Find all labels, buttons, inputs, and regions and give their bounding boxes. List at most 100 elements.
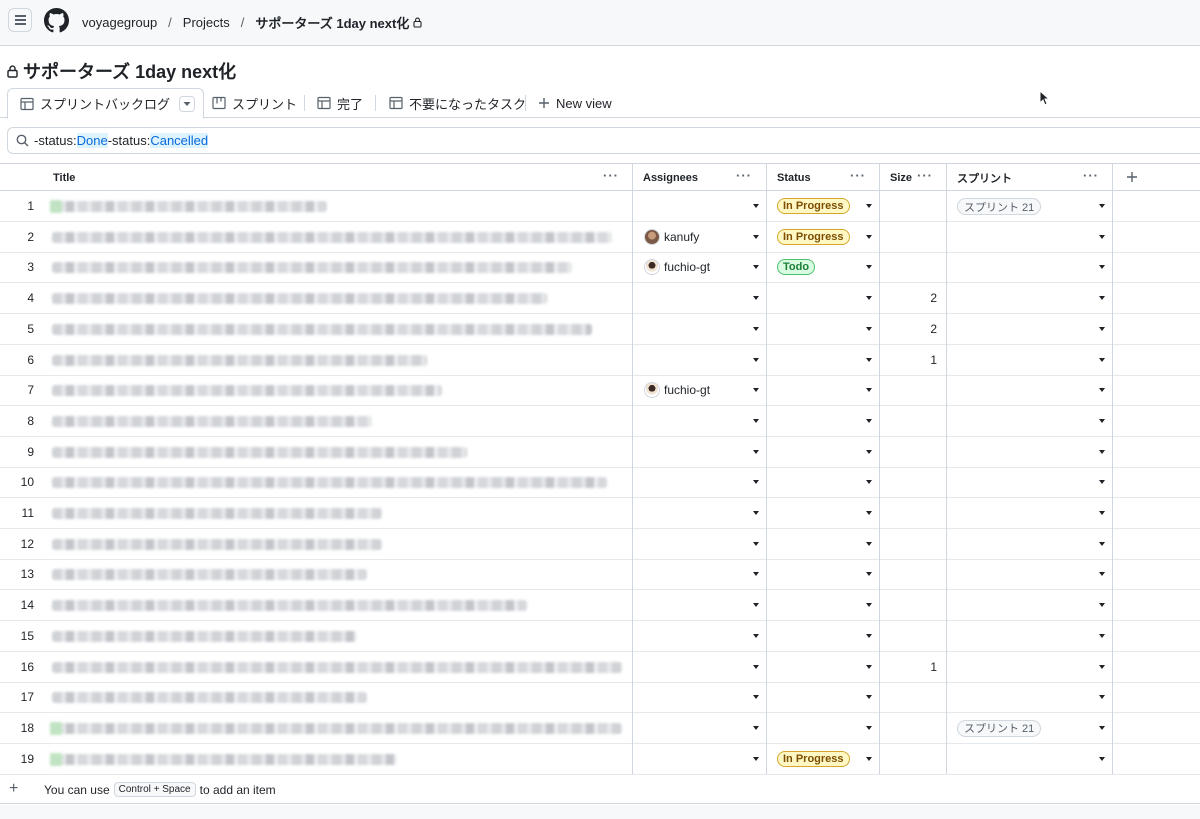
- dropdown-caret-icon[interactable]: [753, 541, 759, 546]
- dropdown-caret-icon[interactable]: [753, 326, 759, 331]
- dropdown-caret-icon[interactable]: [866, 511, 872, 515]
- dropdown-caret-icon[interactable]: [866, 265, 872, 270]
- table-row[interactable]: 13: [0, 559, 1200, 591]
- size-value[interactable]: 2: [880, 314, 937, 344]
- dropdown-caret-icon[interactable]: [1099, 480, 1105, 485]
- dropdown-caret-icon[interactable]: [753, 234, 759, 239]
- redacted-title[interactable]: [52, 231, 612, 243]
- dropdown-caret-icon[interactable]: [753, 664, 759, 669]
- status-badge[interactable]: In Progress: [777, 198, 850, 214]
- dropdown-caret-icon[interactable]: [1099, 326, 1105, 331]
- dropdown-caret-icon[interactable]: [866, 357, 872, 362]
- tab-sprint-backlog[interactable]: スプリントバックログ: [7, 88, 205, 119]
- table-row[interactable]: 2 kanufy In Progress: [0, 222, 1200, 253]
- redacted-title[interactable]: [52, 385, 442, 397]
- table-row[interactable]: 7 fuchio-gt: [0, 375, 1200, 407]
- assignee[interactable]: fuchio-gt: [644, 382, 710, 399]
- dropdown-caret-icon[interactable]: [866, 725, 872, 730]
- table-row[interactable]: 8: [0, 406, 1200, 437]
- dropdown-caret-icon[interactable]: [753, 388, 759, 393]
- add-field-plus-icon[interactable]: [1126, 171, 1138, 183]
- dropdown-caret-icon[interactable]: [866, 633, 872, 638]
- table-row[interactable]: 19 In Progress: [0, 744, 1200, 775]
- dropdown-caret-icon[interactable]: [753, 756, 759, 761]
- dropdown-caret-icon[interactable]: [1099, 511, 1105, 515]
- column-menu-icon[interactable]: ···: [850, 169, 866, 182]
- dropdown-caret-icon[interactable]: [753, 449, 759, 454]
- status-badge[interactable]: In Progress: [777, 750, 850, 767]
- redacted-title[interactable]: [52, 354, 427, 366]
- dropdown-caret-icon[interactable]: [753, 695, 759, 700]
- dropdown-caret-icon[interactable]: [753, 296, 759, 301]
- sprint-badge[interactable]: スプリント 21: [957, 198, 1042, 215]
- dropdown-caret-icon[interactable]: [866, 388, 872, 393]
- dropdown-caret-icon[interactable]: [753, 572, 759, 577]
- tab-options-dropdown[interactable]: [179, 95, 196, 112]
- dropdown-caret-icon[interactable]: [753, 480, 759, 485]
- dropdown-caret-icon[interactable]: [1099, 449, 1105, 454]
- dropdown-caret-icon[interactable]: [753, 725, 759, 730]
- menu-icon[interactable]: [8, 8, 32, 32]
- dropdown-caret-icon[interactable]: [866, 603, 872, 608]
- dropdown-caret-icon[interactable]: [1099, 265, 1105, 270]
- dropdown-caret-icon[interactable]: [866, 541, 872, 546]
- table-row[interactable]: 16 1: [0, 652, 1200, 683]
- column-header-title[interactable]: Title: [53, 164, 75, 191]
- redacted-title[interactable]: [52, 323, 592, 335]
- dropdown-caret-icon[interactable]: [866, 664, 872, 669]
- dropdown-caret-icon[interactable]: [753, 603, 759, 608]
- dropdown-caret-icon[interactable]: [753, 418, 759, 423]
- tab-unneeded-tasks[interactable]: 不要になったタスク: [389, 88, 526, 118]
- column-menu-icon[interactable]: ···: [736, 169, 752, 182]
- dropdown-caret-icon[interactable]: [866, 204, 872, 208]
- redacted-title[interactable]: [50, 721, 622, 735]
- dropdown-caret-icon[interactable]: [866, 695, 872, 700]
- dropdown-caret-icon[interactable]: [1099, 603, 1105, 608]
- tab-done[interactable]: 完了: [317, 88, 363, 118]
- table-row[interactable]: 3 fuchio-gt Todo: [0, 252, 1200, 284]
- dropdown-caret-icon[interactable]: [866, 449, 872, 454]
- redacted-title[interactable]: [52, 293, 547, 305]
- dropdown-caret-icon[interactable]: [1099, 664, 1105, 669]
- table-row[interactable]: 9: [0, 437, 1200, 468]
- dropdown-caret-icon[interactable]: [1099, 725, 1105, 730]
- dropdown-caret-icon[interactable]: [866, 326, 872, 331]
- table-row[interactable]: 11: [0, 498, 1200, 529]
- column-header-status[interactable]: Status: [777, 164, 811, 191]
- column-menu-icon[interactable]: ···: [917, 169, 933, 182]
- dropdown-caret-icon[interactable]: [866, 756, 872, 761]
- breadcrumb-project[interactable]: サポーターズ 1day next化: [255, 13, 409, 32]
- tab-sprint[interactable]: スプリント: [212, 88, 297, 118]
- github-logo-icon[interactable]: [44, 8, 69, 33]
- table-row[interactable]: 14: [0, 590, 1200, 622]
- table-row[interactable]: 12: [0, 529, 1200, 560]
- redacted-title[interactable]: [52, 538, 382, 550]
- size-value[interactable]: 1: [880, 652, 937, 682]
- dropdown-caret-icon[interactable]: [1099, 357, 1105, 362]
- table-row[interactable]: 15: [0, 621, 1200, 652]
- dropdown-caret-icon[interactable]: [866, 480, 872, 485]
- column-menu-icon[interactable]: ···: [1083, 169, 1099, 182]
- redacted-title[interactable]: [52, 661, 622, 673]
- status-badge[interactable]: Todo: [777, 259, 816, 276]
- redacted-title[interactable]: [52, 262, 572, 274]
- redacted-title[interactable]: [50, 200, 327, 213]
- dropdown-caret-icon[interactable]: [1099, 756, 1105, 761]
- dropdown-caret-icon[interactable]: [1099, 572, 1105, 577]
- dropdown-caret-icon[interactable]: [866, 572, 872, 577]
- dropdown-caret-icon[interactable]: [1099, 633, 1105, 638]
- dropdown-caret-icon[interactable]: [1099, 418, 1105, 423]
- redacted-title[interactable]: [52, 569, 367, 581]
- dropdown-caret-icon[interactable]: [753, 633, 759, 638]
- table-row[interactable]: 17: [0, 682, 1200, 714]
- redacted-title[interactable]: [52, 508, 382, 519]
- column-menu-icon[interactable]: ···: [603, 169, 619, 182]
- dropdown-caret-icon[interactable]: [753, 204, 759, 208]
- dropdown-caret-icon[interactable]: [1099, 234, 1105, 239]
- dropdown-caret-icon[interactable]: [1099, 296, 1105, 301]
- redacted-title[interactable]: [50, 752, 397, 766]
- assignee[interactable]: kanufy: [644, 228, 699, 245]
- redacted-title[interactable]: [52, 415, 372, 427]
- column-header-size[interactable]: Size: [890, 164, 912, 191]
- table-row[interactable]: 52: [0, 314, 1200, 345]
